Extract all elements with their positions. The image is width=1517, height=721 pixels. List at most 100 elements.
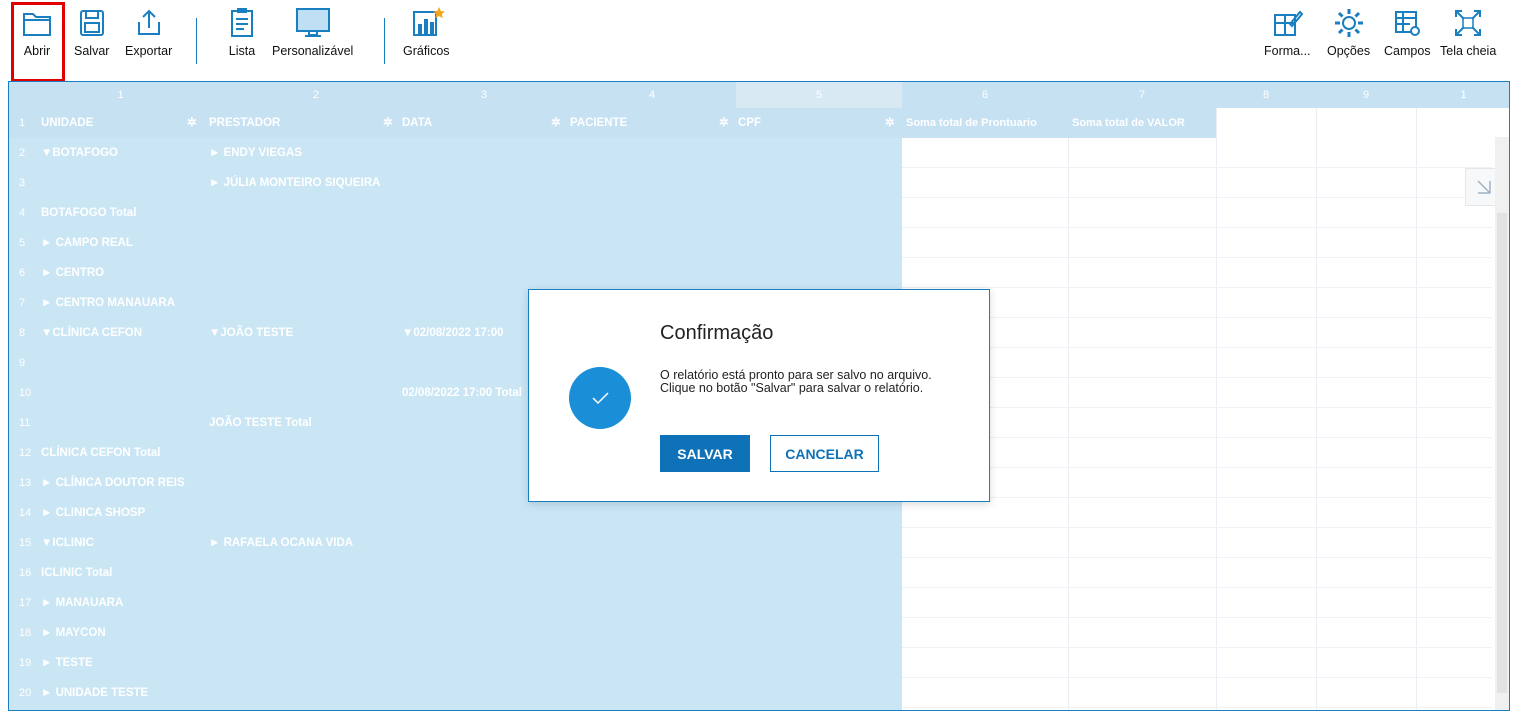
cell-data[interactable]	[402, 648, 537, 678]
cell-prestador[interactable]	[209, 198, 399, 228]
cell-data[interactable]	[402, 498, 537, 528]
header-paciente[interactable]: PACIENTE	[570, 108, 720, 138]
cell-prestador[interactable]	[209, 618, 399, 648]
table-row[interactable]: 3 ► JÚLIA MONTEIRO SIQUEIRA	[9, 168, 1509, 198]
cell-unidade[interactable]: ► CLÍNICA DOUTOR REIS	[41, 468, 206, 498]
graficos-button[interactable]: Gráficos	[403, 6, 450, 58]
cell-unidade[interactable]	[41, 168, 206, 198]
cell-prestador[interactable]	[209, 378, 399, 408]
cell-data[interactable]	[402, 138, 537, 168]
cell-prestador[interactable]: ► JÚLIA MONTEIRO SIQUEIRA	[209, 168, 399, 198]
table-row[interactable]: 15 ▼ICLINIC ► RAFAELA OCANA VIDA	[9, 528, 1509, 558]
cell-unidade[interactable]: ▼CLÍNICA CEFON	[41, 318, 206, 348]
scrollbar-thumb[interactable]	[1497, 213, 1507, 693]
cell-prestador[interactable]	[209, 678, 399, 708]
vertical-scrollbar[interactable]	[1495, 137, 1509, 710]
cell-prestador[interactable]	[209, 588, 399, 618]
campos-button[interactable]: Campos	[1384, 6, 1431, 58]
cell-unidade[interactable]: ▼ICLINIC	[41, 528, 206, 558]
cell-prestador[interactable]	[209, 348, 399, 378]
gear-icon[interactable]: ✲	[551, 108, 571, 138]
col-number-7[interactable]: 7	[1068, 82, 1216, 108]
gear-icon[interactable]: ✲	[885, 108, 905, 138]
header-soma-prontuario[interactable]: Soma total de Prontuario	[906, 108, 1066, 138]
gear-icon[interactable]: ✲	[187, 108, 207, 138]
cell-prestador[interactable]	[209, 258, 399, 288]
cell-unidade[interactable]	[41, 348, 206, 378]
exportar-button[interactable]: Exportar	[125, 6, 172, 58]
cell-data[interactable]	[402, 588, 537, 618]
table-row[interactable]: 14 ► CLINICA SHOSP	[9, 498, 1509, 528]
cell-data[interactable]	[402, 408, 537, 438]
cell-prestador[interactable]	[209, 558, 399, 588]
header-cpf[interactable]: CPF	[738, 108, 888, 138]
table-row[interactable]: 4 BOTAFOGO Total	[9, 198, 1509, 228]
cell-unidade[interactable]: BOTAFOGO Total	[41, 198, 206, 228]
cell-prestador[interactable]	[209, 288, 399, 318]
lista-button[interactable]: Lista	[225, 6, 259, 58]
col-number-1[interactable]: 1	[9, 82, 232, 108]
table-row[interactable]: 6 ► CENTRO	[9, 258, 1509, 288]
col-number-8[interactable]: 8	[1216, 82, 1316, 108]
cell-data[interactable]	[402, 438, 537, 468]
cell-prestador[interactable]	[209, 648, 399, 678]
cell-prestador[interactable]: ► RAFAELA OCANA VIDA	[209, 528, 399, 558]
cell-unidade[interactable]	[41, 408, 206, 438]
table-row[interactable]: 20 ► UNIDADE TESTE	[9, 678, 1509, 708]
table-row[interactable]: 17 ► MANAUARA	[9, 588, 1509, 618]
col-number-3[interactable]: 3	[400, 82, 568, 108]
header-prestador[interactable]: PRESTADOR	[209, 108, 379, 138]
table-row[interactable]: 2 ▼BOTAFOGO ► ENDY VIEGAS	[9, 138, 1509, 168]
cell-unidade[interactable]: ► TESTE	[41, 648, 206, 678]
cell-data[interactable]	[402, 228, 537, 258]
cell-prestador[interactable]	[209, 498, 399, 528]
header-soma-valor[interactable]: Soma total de VALOR	[1072, 108, 1212, 138]
cell-unidade[interactable]: ► CENTRO	[41, 258, 206, 288]
cell-unidade[interactable]: ► MAYCON	[41, 618, 206, 648]
col-number-9[interactable]: 9	[1316, 82, 1416, 108]
cell-data[interactable]	[402, 168, 537, 198]
cell-data[interactable]	[402, 348, 537, 378]
save-button[interactable]: SALVAR	[660, 435, 750, 472]
cell-data[interactable]	[402, 468, 537, 498]
gear-icon[interactable]: ✲	[383, 108, 403, 138]
cell-data[interactable]	[402, 678, 537, 708]
cell-unidade[interactable]: ▼BOTAFOGO	[41, 138, 206, 168]
cell-data[interactable]	[402, 198, 537, 228]
col-number-10[interactable]: 1	[1416, 82, 1509, 108]
cell-prestador[interactable]: ▼JOÃO TESTE	[209, 318, 399, 348]
header-unidade[interactable]: UNIDADE	[41, 108, 191, 138]
cell-prestador[interactable]: JOÃO TESTE Total	[209, 408, 399, 438]
cell-unidade[interactable]: ► MANAUARA	[41, 588, 206, 618]
cell-data[interactable]	[402, 558, 537, 588]
header-data[interactable]: DATA	[402, 108, 552, 138]
cancel-button[interactable]: CANCELAR	[770, 435, 879, 472]
cell-unidade[interactable]	[41, 378, 206, 408]
cell-prestador[interactable]	[209, 438, 399, 468]
cell-data[interactable]	[402, 258, 537, 288]
table-row[interactable]: 19 ► TESTE	[9, 648, 1509, 678]
gear-icon[interactable]: ✲	[719, 108, 739, 138]
col-number-2[interactable]: 2	[232, 82, 400, 108]
formato-button[interactable]: Forma...	[1264, 6, 1311, 58]
cell-prestador[interactable]	[209, 468, 399, 498]
cell-unidade[interactable]: ► UNIDADE TESTE	[41, 678, 206, 708]
table-row[interactable]: 16 ICLINIC Total	[9, 558, 1509, 588]
cell-unidade[interactable]: ► CLINICA SHOSP	[41, 498, 206, 528]
cell-prestador[interactable]	[209, 228, 399, 258]
table-row[interactable]: 18 ► MAYCON	[9, 618, 1509, 648]
col-number-5[interactable]: 5	[736, 82, 902, 108]
col-number-6[interactable]: 6	[902, 82, 1068, 108]
personalizavel-button[interactable]: Personalizável	[272, 6, 353, 58]
cell-data[interactable]	[402, 288, 537, 318]
cell-data[interactable]: ▼02/08/2022 17:00	[402, 318, 537, 348]
opcoes-button[interactable]: Opções	[1327, 6, 1370, 58]
cell-unidade[interactable]: ► CAMPO REAL	[41, 228, 206, 258]
tela-cheia-button[interactable]: Tela cheia	[1440, 6, 1496, 58]
cell-prestador[interactable]: ► ENDY VIEGAS	[209, 138, 399, 168]
cell-unidade[interactable]: ICLINIC Total	[41, 558, 206, 588]
cell-data[interactable]: 02/08/2022 17:00 Total	[402, 378, 537, 408]
salvar-button[interactable]: Salvar	[74, 6, 109, 58]
cell-unidade[interactable]: ► CENTRO MANAUARA	[41, 288, 206, 318]
abrir-button[interactable]: Abrir	[20, 6, 54, 58]
